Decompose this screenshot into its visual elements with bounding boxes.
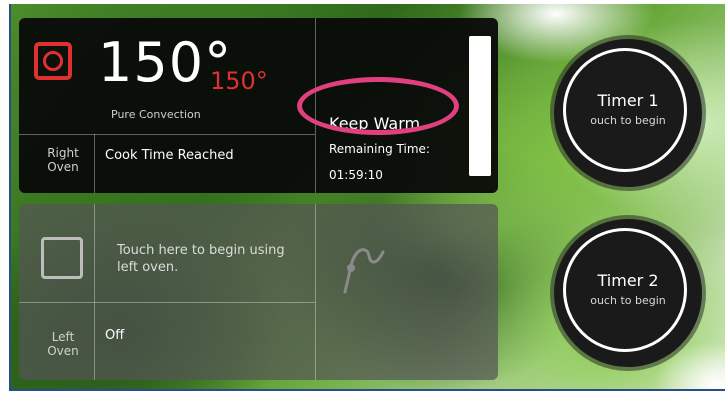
remaining-time-label: Remaining Time: — [329, 142, 430, 156]
oven-name-line: Oven — [47, 160, 79, 174]
oven-name-line: Left — [51, 330, 75, 344]
square-icon[interactable] — [41, 237, 83, 279]
divider — [19, 302, 315, 303]
progress-fill — [469, 36, 491, 176]
timer-label: Timer 2 — [597, 271, 659, 290]
oven-name-line: Oven — [47, 344, 79, 358]
timer-label: Timer 1 — [597, 91, 659, 110]
power-ring — [43, 51, 63, 71]
timer-ring — [563, 48, 687, 172]
remaining-time-value: 01:59:10 — [329, 168, 383, 182]
oven-name-line: Right — [47, 146, 79, 160]
left-oven-prompt[interactable]: Touch here to begin using left oven. — [117, 242, 287, 276]
left-oven-status: Off — [105, 328, 125, 343]
timer-ring — [563, 228, 687, 352]
divider — [94, 204, 95, 380]
left-oven-name: Left Oven — [33, 330, 93, 358]
timer-hint: ouch to begin — [590, 114, 666, 127]
divider — [19, 134, 315, 135]
right-oven-name: Right Oven — [33, 146, 93, 174]
timer-2-button[interactable]: Timer 2 ouch to begin — [554, 219, 702, 367]
set-temperature: 150° — [210, 67, 268, 95]
progress-bar — [469, 36, 491, 176]
divider — [94, 134, 95, 193]
left-oven-panel[interactable]: Touch here to begin using left oven. Lef… — [19, 204, 498, 380]
divider — [315, 204, 316, 380]
oven-screen: 150° 150° Pure Convection Right Oven Coo… — [9, 4, 725, 391]
highlight-ellipse — [297, 77, 459, 135]
power-icon[interactable] — [34, 42, 72, 80]
timer-1-button[interactable]: Timer 1 ouch to begin — [554, 39, 702, 187]
probe-icon — [343, 248, 385, 294]
timer-hint: ouch to begin — [590, 294, 666, 307]
right-oven-status: Cook Time Reached — [105, 148, 234, 163]
cook-mode: Pure Convection — [111, 108, 201, 121]
